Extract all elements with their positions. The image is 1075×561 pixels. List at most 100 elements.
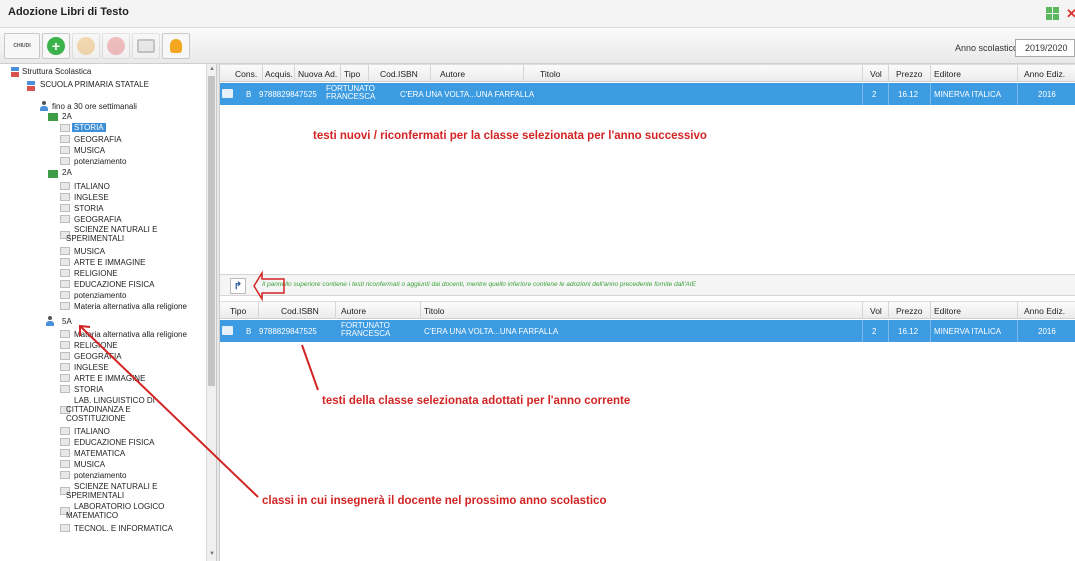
scroll-thumb[interactable] — [208, 76, 215, 386]
tree-subject[interactable]: SCIENZE NATURALI E SPERIMENTALI — [66, 482, 191, 500]
tree-subject[interactable]: RELIGIONE — [74, 269, 118, 278]
maximize-icon[interactable] — [1046, 7, 1060, 21]
subject-icon — [60, 341, 70, 349]
tree-class-2a[interactable]: 2A — [62, 168, 72, 177]
tree-subject-selected[interactable]: STORIA — [72, 123, 106, 132]
col-isbn[interactable]: Cod.ISBN — [380, 69, 418, 79]
column-divider — [888, 302, 889, 319]
col-vol[interactable]: Vol — [870, 69, 882, 79]
tree-subject[interactable]: RELIGIONE — [74, 341, 118, 350]
column-divider — [930, 83, 931, 105]
school-structure-icon — [10, 67, 20, 77]
bottom-table-row[interactable]: B 9788829847525 FORTUNATO FRANCESCA C'ER… — [220, 320, 1075, 342]
tree-subject[interactable]: ITALIANO — [74, 427, 110, 436]
scroll-down-icon[interactable]: ▼ — [209, 551, 215, 557]
subject-icon — [60, 460, 70, 468]
tree-subject[interactable]: MUSICA — [74, 146, 105, 155]
tree-subject[interactable]: GEOGRAFIA — [74, 215, 122, 224]
subject-icon — [60, 352, 70, 360]
column-divider — [340, 65, 341, 82]
col-autore[interactable]: Autore — [341, 306, 366, 316]
book-icon — [222, 89, 233, 98]
col-editore[interactable]: Editore — [934, 306, 961, 316]
col-anno[interactable]: Anno Ediz. — [1024, 306, 1065, 316]
subject-icon — [60, 374, 70, 382]
annotation-bottom: testi della classe selezionata adottati … — [322, 395, 631, 407]
tree-subject[interactable]: LAB. LINGUISTICO DI CITTADINANZA E COSTI… — [66, 396, 176, 423]
col-cons[interactable]: Cons. — [235, 69, 257, 79]
col-nuova[interactable]: Nuova Ad. — [298, 69, 337, 79]
tree-class-2a[interactable]: 2A — [62, 112, 72, 121]
tree-subject[interactable]: Materia alternativa alla religione — [74, 330, 187, 339]
cell-isbn: 9788829847525 — [259, 90, 317, 99]
tree-subject[interactable]: GEOGRAFIA — [74, 352, 122, 361]
tree-subject[interactable]: MATEMATICA — [74, 449, 125, 458]
close-button[interactable]: CHIUDI — [4, 33, 40, 59]
tree-subject[interactable]: SCIENZE NATURALI E SPERIMENTALI — [66, 225, 191, 243]
subject-icon — [60, 330, 70, 338]
tree-subject[interactable]: EDUCAZIONE FISICA — [74, 438, 154, 447]
tree-hours[interactable]: fino a 30 ore settimanali — [52, 102, 137, 111]
subject-icon — [60, 524, 70, 532]
tree-subject[interactable]: ITALIANO — [74, 182, 110, 191]
transfer-button[interactable]: ↱ — [230, 278, 246, 294]
subject-icon — [60, 280, 70, 288]
cell-vol: 2 — [872, 327, 877, 336]
tree-subject[interactable]: INGLESE — [74, 193, 109, 202]
column-divider — [888, 83, 889, 105]
tree-root[interactable]: Struttura Scolastica — [22, 67, 91, 76]
scroll-up-icon[interactable]: ▲ — [209, 66, 215, 72]
col-acquis[interactable]: Acquis. — [265, 69, 293, 79]
col-titolo[interactable]: Titolo — [424, 306, 444, 316]
column-divider — [368, 65, 369, 82]
top-table-row[interactable]: B 9788829847525 FORTUNATO FRANCESCA C'ER… — [220, 83, 1075, 105]
tree-subject[interactable]: STORIA — [74, 204, 104, 213]
col-prezzo[interactable]: Prezzo — [896, 306, 922, 316]
tree-subject[interactable]: MUSICA — [74, 460, 105, 469]
tree-subject[interactable]: EDUCAZIONE FISICA — [74, 280, 154, 289]
col-titolo[interactable]: Titolo — [540, 69, 560, 79]
tree-subject[interactable]: potenziamento — [74, 157, 126, 166]
tree-subject[interactable]: GEOGRAFIA — [74, 135, 122, 144]
delete-button[interactable] — [102, 33, 130, 59]
close-window-icon[interactable]: ✕ — [1066, 7, 1075, 21]
printer-icon — [137, 39, 155, 53]
cell-anno: 2016 — [1038, 327, 1056, 336]
col-tipo[interactable]: Tipo — [230, 306, 246, 316]
subject-icon — [60, 427, 70, 435]
tree-subject[interactable]: STORIA — [74, 385, 104, 394]
subject-icon — [60, 438, 70, 446]
edit-button[interactable] — [72, 33, 100, 59]
tree-subject[interactable]: ARTE E IMMAGINE — [74, 258, 145, 267]
delete-icon — [107, 37, 125, 55]
col-prezzo[interactable]: Prezzo — [896, 69, 922, 79]
cell-autore: FORTUNATO FRANCESCA — [341, 321, 391, 338]
col-anno[interactable]: Anno Ediz. — [1024, 69, 1065, 79]
add-button[interactable]: + — [42, 33, 70, 59]
column-divider — [862, 302, 863, 319]
tree-subject[interactable]: TECNOL. E INFORMATICA — [74, 524, 173, 533]
year-select[interactable]: 2019/2020 — [1015, 39, 1075, 57]
col-isbn[interactable]: Cod.ISBN — [281, 306, 319, 316]
tree-subject[interactable]: MUSICA — [74, 247, 105, 256]
subject-icon — [60, 385, 70, 393]
tree-scrollbar[interactable]: ▲ ▼ — [206, 64, 216, 561]
col-autore[interactable]: Autore — [440, 69, 465, 79]
hint-button[interactable] — [162, 33, 190, 59]
tree-subject[interactable]: potenziamento — [74, 291, 126, 300]
subject-icon — [60, 302, 70, 310]
print-button[interactable] — [132, 33, 160, 59]
column-divider — [1017, 65, 1018, 82]
tree-subject[interactable]: ARTE E IMMAGINE — [74, 374, 145, 383]
subject-icon — [60, 182, 70, 190]
tree-school[interactable]: SCUOLA PRIMARIA STATALE — [40, 80, 149, 89]
col-vol[interactable]: Vol — [870, 306, 882, 316]
tree-subject[interactable]: Materia alternativa alla religione — [74, 302, 187, 311]
tree-subject[interactable]: INGLESE — [74, 363, 109, 372]
tree-subject[interactable]: LABORATORIO LOGICO MATEMATICO — [66, 502, 191, 520]
tree-subject[interactable]: potenziamento — [74, 471, 126, 480]
col-tipo[interactable]: Tipo — [344, 69, 360, 79]
col-editore[interactable]: Editore — [934, 69, 961, 79]
tree-class-5a[interactable]: 5A — [62, 317, 72, 326]
subject-icon — [60, 193, 70, 201]
